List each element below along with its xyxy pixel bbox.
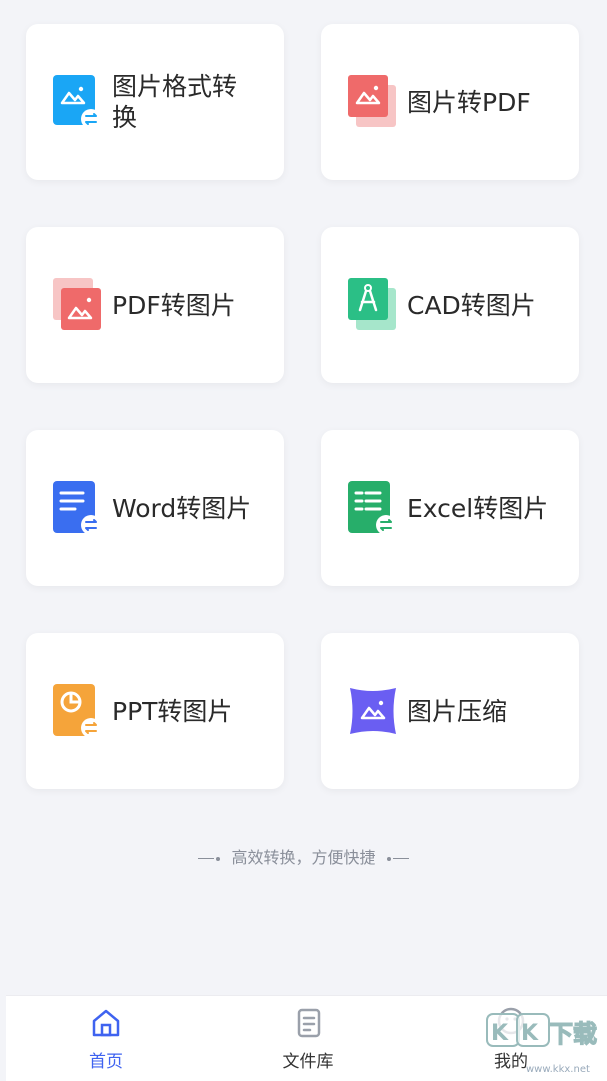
card-label: PPT转图片 xyxy=(112,696,233,726)
pdf-to-image-icon xyxy=(53,278,101,330)
card-pdf-to-image[interactable]: PDF转图片 xyxy=(26,227,284,383)
divider-dot xyxy=(216,856,221,861)
card-label: Word转图片 xyxy=(112,493,252,523)
svg-text:K: K xyxy=(521,1021,539,1046)
card-ppt-to-image[interactable]: PPT转图片 xyxy=(26,633,284,789)
tab-home[interactable]: 首页 xyxy=(66,1006,146,1072)
card-image-to-pdf[interactable]: 图片转PDF xyxy=(321,24,579,180)
cad-to-image-icon xyxy=(348,278,396,330)
tool-grid: 图片格式转换 图片转PDF PDF转图片 CAD转图片 Word转图片 Exce… xyxy=(26,24,579,789)
ppt-to-image-icon xyxy=(53,684,101,738)
card-label: 图片压缩 xyxy=(407,696,508,726)
card-image-format-convert[interactable]: 图片格式转换 xyxy=(26,24,284,180)
card-excel-to-image[interactable]: Excel转图片 xyxy=(321,430,579,586)
excel-to-image-icon xyxy=(348,481,396,535)
watermark-url: www.kkx.net xyxy=(526,1064,590,1075)
card-word-to-image[interactable]: Word转图片 xyxy=(26,430,284,586)
card-label: Excel转图片 xyxy=(407,493,549,523)
tab-file-library[interactable]: 文件库 xyxy=(268,1006,348,1072)
home-icon xyxy=(92,1009,120,1037)
divider-dot xyxy=(386,856,391,861)
image-to-pdf-icon xyxy=(348,75,396,127)
card-label: CAD转图片 xyxy=(407,290,536,320)
tagline: 高效转换，方便快捷 xyxy=(0,844,607,868)
tab-label: 文件库 xyxy=(282,1052,334,1072)
file-library-icon xyxy=(297,1008,321,1038)
kkx-watermark-logo: K K 下载 xyxy=(486,1013,598,1049)
image-format-convert-icon xyxy=(53,75,101,129)
divider xyxy=(198,858,215,859)
svg-text:K: K xyxy=(491,1021,509,1046)
divider xyxy=(392,858,409,859)
card-image-compress[interactable]: 图片压缩 xyxy=(321,633,579,789)
tab-label: 首页 xyxy=(89,1052,123,1072)
card-label: PDF转图片 xyxy=(112,290,236,320)
card-label: 图片转PDF xyxy=(407,87,531,117)
word-to-image-icon xyxy=(53,481,101,535)
tagline-text: 高效转换，方便快捷 xyxy=(231,848,376,867)
image-compress-icon xyxy=(350,688,396,734)
card-label: 图片格式转换 xyxy=(112,72,238,132)
card-cad-to-image[interactable]: CAD转图片 xyxy=(321,227,579,383)
svg-text:下载: 下载 xyxy=(549,1020,597,1048)
